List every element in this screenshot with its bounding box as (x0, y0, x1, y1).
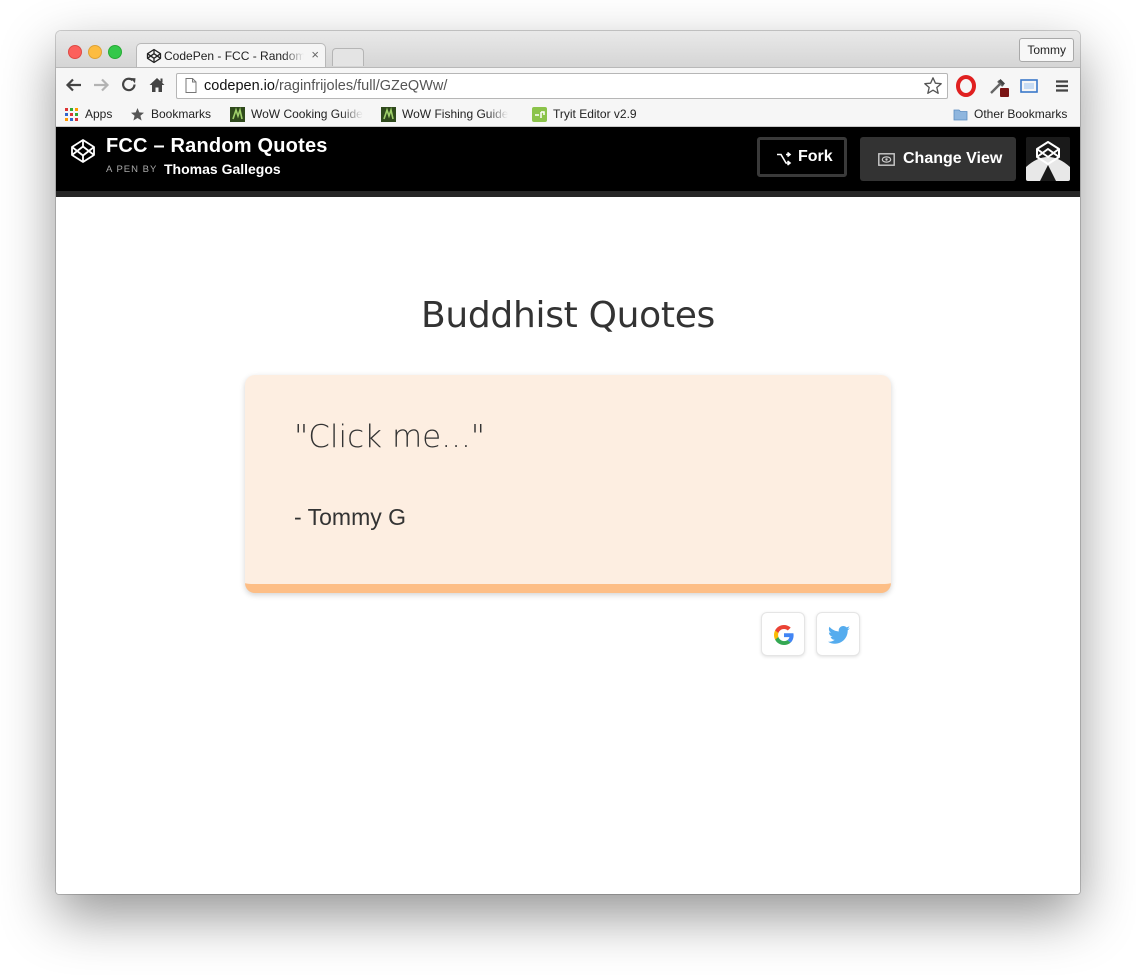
bookmark-label: Apps (85, 107, 113, 121)
google-share-button[interactable] (761, 612, 805, 656)
tryit-icon (532, 107, 547, 122)
quote-text: "Click me..." (294, 419, 486, 455)
pen-title: FCC – Random Quotes (106, 135, 328, 157)
pen-content: Buddhist Quotes "Click me..." - Tommy G (56, 197, 1080, 894)
maximize-window-button[interactable] (108, 45, 122, 59)
screen-capture-extension-icon[interactable] (1018, 75, 1040, 97)
profile-button[interactable]: Tommy (1019, 38, 1074, 62)
minimize-window-button[interactable] (88, 45, 102, 59)
bookmark-wow-cooking[interactable]: WoW Cooking Guide (230, 103, 366, 126)
browser-toolbar: codepen.io/raginfrijoles/full/GZeQWw/ (56, 67, 1080, 104)
change-view-button[interactable]: Change View (860, 137, 1016, 181)
change-view-label: Change View (903, 150, 1003, 167)
pen-author-link[interactable]: Thomas Gallegos (164, 161, 281, 177)
page-icon (185, 78, 197, 93)
twitter-share-button[interactable] (816, 612, 860, 656)
bookmark-tryit-editor[interactable]: Tryit Editor v2.9 (532, 103, 652, 126)
codepen-logo-icon[interactable] (70, 138, 96, 164)
bookmark-star-icon[interactable] (923, 76, 943, 96)
url-text: codepen.io/raginfrijoles/full/GZeQWw/ (204, 78, 448, 94)
bookmark-label: Other Bookmarks (974, 107, 1068, 121)
forward-arrow-icon[interactable] (91, 75, 111, 95)
address-bar[interactable]: codepen.io/raginfrijoles/full/GZeQWw/ (176, 73, 948, 99)
fork-button[interactable]: Fork (757, 137, 847, 177)
menu-hamburger-icon[interactable] (1051, 75, 1073, 97)
codepen-favicon-icon (146, 48, 162, 64)
close-window-button[interactable] (68, 45, 82, 59)
tab-close-icon[interactable]: × (311, 47, 319, 63)
codepen-header: FCC – Random Quotes A PEN BY Thomas Gall… (56, 127, 1080, 197)
bookmark-wow-fishing[interactable]: WoW Fishing Guide (381, 103, 517, 126)
bookmark-apps[interactable]: Apps (64, 103, 116, 126)
quote-card[interactable]: "Click me..." - Tommy G (245, 375, 891, 593)
back-arrow-icon[interactable] (64, 75, 84, 95)
wow-icon (230, 107, 245, 122)
tab-title: CodePen - FCC - Random Quotes (164, 49, 304, 63)
bookmark-label: WoW Fishing Guide (402, 107, 509, 121)
twitter-icon (828, 626, 850, 644)
browser-tab[interactable]: CodePen - FCC - Random Quotes × (136, 43, 326, 68)
eyedropper-extension-icon[interactable] (987, 75, 1009, 97)
bookmark-label: WoW Cooking Guide (251, 107, 363, 121)
quote-author: - Tommy G (294, 504, 407, 530)
apps-grid-icon (65, 108, 78, 121)
star-icon (131, 108, 144, 121)
pen-byline: A PEN BY (106, 164, 158, 175)
bookmark-label: Bookmarks (151, 107, 212, 121)
browser-window: CodePen - FCC - Random Quotes × Tommy co… (56, 31, 1080, 894)
google-icon (774, 625, 794, 645)
fork-icon (777, 152, 792, 166)
user-avatar[interactable] (1026, 137, 1070, 181)
folder-icon (953, 109, 968, 121)
bookmark-label: Tryit Editor v2.9 (553, 107, 637, 121)
bookmarks-bar: Apps Bookmarks WoW Cooking Guide WoW Fis… (56, 103, 1080, 127)
avatar-logo-icon (1026, 137, 1070, 181)
tab-strip: CodePen - FCC - Random Quotes × Tommy (56, 31, 1080, 68)
fork-label: Fork (798, 148, 833, 165)
bookmark-bookmarks[interactable]: Bookmarks (130, 103, 220, 126)
home-icon[interactable] (147, 75, 167, 95)
opera-extension-icon[interactable] (955, 75, 977, 97)
eye-view-icon (878, 153, 895, 166)
page-title: Buddhist Quotes (420, 295, 716, 336)
new-tab-button[interactable] (332, 48, 364, 66)
reload-icon[interactable] (119, 75, 139, 95)
wow-icon (381, 107, 396, 122)
bookmark-other[interactable]: Other Bookmarks (953, 103, 1073, 126)
